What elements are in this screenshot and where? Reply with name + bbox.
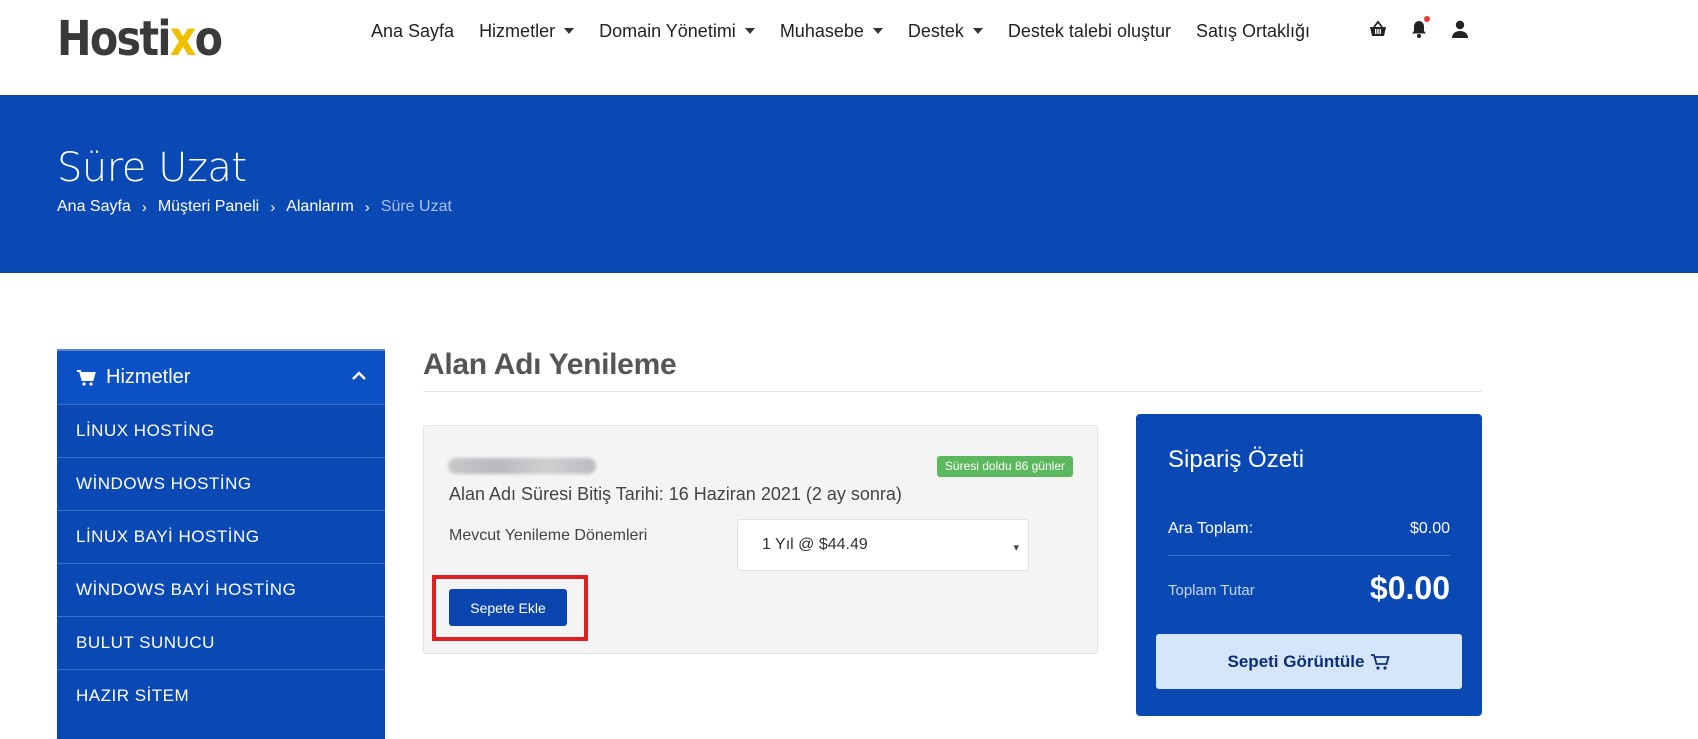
total-value: $0.00 bbox=[1369, 570, 1450, 606]
subtotal-row: Ara Toplam: $0.00 bbox=[1168, 520, 1450, 538]
section-divider bbox=[423, 391, 1482, 392]
section-title: Alan Adı Yenileme bbox=[423, 348, 677, 381]
nav-item-accounting[interactable]: Muhasebe bbox=[780, 21, 883, 42]
order-summary-panel: Sipariş Özeti Ara Toplam: $0.00 Toplam T… bbox=[1136, 414, 1482, 716]
caret-down-icon bbox=[972, 28, 983, 34]
expiry-date-text: Alan Adı Süresi Bitiş Tarihi: 16 Haziran… bbox=[449, 484, 902, 504]
main-nav: Ana Sayfa Hizmetler Domain Yönetimi Muha… bbox=[371, 17, 1335, 45]
sidebar-header-services[interactable]: Hizmetler bbox=[57, 351, 385, 404]
notification-dot bbox=[1424, 16, 1430, 22]
sidebar-item-ready-site[interactable]: HAZIR SİTEM bbox=[57, 669, 385, 722]
nav-item-domain-management[interactable]: Domain Yönetimi bbox=[599, 21, 755, 42]
chevron-right-icon: › bbox=[364, 198, 370, 216]
total-label: Toplam Tutar bbox=[1168, 582, 1255, 599]
nav-item-open-ticket[interactable]: Destek talebi oluştur bbox=[1008, 21, 1171, 42]
breadcrumb-home[interactable]: Ana Sayfa bbox=[57, 198, 131, 216]
page-title: Süre Uzat bbox=[57, 145, 247, 191]
order-summary-title: Sipariş Özeti bbox=[1168, 446, 1305, 473]
chevron-up-icon bbox=[352, 371, 366, 380]
sidebar-item-windows-hosting[interactable]: WİNDOWS HOSTİNG bbox=[57, 457, 385, 510]
cart-icon bbox=[77, 369, 96, 386]
top-navbar: Hostixo Ana Sayfa Hizmetler Domain Yönet… bbox=[0, 0, 1698, 95]
breadcrumb-domains[interactable]: Alanlarım bbox=[286, 198, 354, 216]
cart-icon bbox=[1371, 653, 1391, 670]
sidebar-item-linux-hosting[interactable]: LİNUX HOSTİNG bbox=[57, 404, 385, 457]
page-hero: Süre Uzat Ana Sayfa › Müşteri Paneli › A… bbox=[0, 95, 1698, 273]
renewal-period-value: 1 Yıl @ $44.49 bbox=[762, 536, 868, 553]
view-cart-button[interactable]: Sepeti Görüntüle bbox=[1156, 634, 1462, 689]
nav-item-services[interactable]: Hizmetler bbox=[479, 21, 575, 42]
renewal-period-select[interactable]: 1 Yıl @ $44.49 ▾ bbox=[737, 519, 1029, 571]
domain-name-redacted bbox=[448, 458, 596, 474]
user-icon[interactable] bbox=[1450, 19, 1472, 41]
nav-item-home[interactable]: Ana Sayfa bbox=[371, 21, 454, 42]
brand-logo[interactable]: Hostixo bbox=[57, 8, 223, 70]
subtotal-value: $0.00 bbox=[1409, 520, 1450, 537]
add-to-cart-button[interactable]: Sepete Ekle bbox=[449, 589, 567, 626]
sidebar-item-linux-reseller[interactable]: LİNUX BAYİ HOSTİNG bbox=[57, 510, 385, 563]
nav-item-affiliate[interactable]: Satış Ortaklığı bbox=[1196, 21, 1310, 42]
chevron-right-icon: › bbox=[141, 198, 147, 216]
renewal-period-label: Mevcut Yenileme Dönemleri bbox=[449, 527, 648, 544]
dropdown-arrow-icon: ▾ bbox=[1013, 542, 1019, 554]
caret-down-icon bbox=[564, 28, 575, 34]
subtotal-label: Ara Toplam: bbox=[1168, 520, 1254, 537]
status-badge: Süresi doldu 86 günler bbox=[936, 456, 1073, 477]
sidebar-item-cloud-server[interactable]: BULUT SUNUCU bbox=[57, 616, 385, 669]
caret-down-icon bbox=[744, 28, 755, 34]
chevron-right-icon: › bbox=[270, 198, 276, 216]
sidebar-item-windows-reseller[interactable]: WİNDOWS BAYİ HOSTİNG bbox=[57, 563, 385, 616]
sidebar-header-label: Hizmetler bbox=[106, 366, 191, 388]
breadcrumb-current: Süre Uzat bbox=[380, 198, 452, 215]
nav-item-support[interactable]: Destek bbox=[908, 21, 983, 42]
basket-icon[interactable] bbox=[1368, 19, 1390, 41]
bell-icon[interactable] bbox=[1409, 16, 1431, 41]
summary-divider bbox=[1168, 555, 1450, 556]
renewal-card: Süresi doldu 86 günler Alan Adı Süresi B… bbox=[423, 425, 1098, 654]
breadcrumb: Ana Sayfa › Müşteri Paneli › Alanlarım ›… bbox=[57, 198, 452, 216]
caret-down-icon bbox=[872, 28, 883, 34]
view-cart-label: Sepeti Görüntüle bbox=[1227, 651, 1365, 671]
breadcrumb-client-area[interactable]: Müşteri Paneli bbox=[158, 198, 259, 216]
services-sidebar: Hizmetler LİNUX HOSTİNG WİNDOWS HOSTİNG … bbox=[57, 349, 385, 739]
nav-icon-group bbox=[1368, 16, 1491, 41]
